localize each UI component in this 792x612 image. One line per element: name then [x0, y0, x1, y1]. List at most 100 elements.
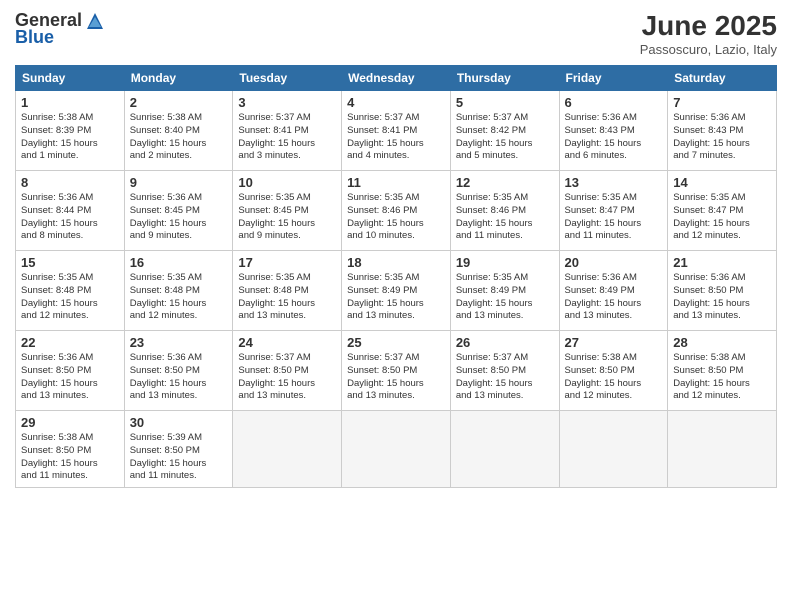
- table-cell: 13 Sunrise: 5:35 AM Sunset: 8:47 PM Dayli…: [559, 171, 668, 251]
- calendar-table: Sunday Monday Tuesday Wednesday Thursday…: [15, 65, 777, 488]
- calendar-title: June 2025: [640, 10, 777, 42]
- day-number: 26: [456, 335, 554, 350]
- table-cell: 25Sunrise: 5:37 AM Sunset: 8:50 PM Dayli…: [342, 331, 451, 411]
- day-info: Sunrise: 5:38 AM Sunset: 8:39 PM Dayligh…: [21, 112, 119, 163]
- day-number: 7: [673, 95, 771, 110]
- day-info: Sunrise: 5:38 AM Sunset: 8:50 PM Dayligh…: [673, 352, 771, 403]
- day-info: Sunrise: 5:36 AM Sunset: 8:45 PM Dayligh…: [130, 192, 228, 243]
- day-number: 5: [456, 95, 554, 110]
- day-number: 23: [130, 335, 228, 350]
- day-info: Sunrise: 5:35 AM Sunset: 8:48 PM Dayligh…: [21, 272, 119, 323]
- day-info: Sunrise: 5:36 AM Sunset: 8:49 PM Dayligh…: [565, 272, 663, 323]
- day-info: Sunrise: 5:36 AM Sunset: 8:50 PM Dayligh…: [21, 352, 119, 403]
- logo-blue: Blue: [15, 27, 54, 48]
- day-number: 1: [21, 95, 119, 110]
- table-cell: 24 Sunrise: 5:37 AM Sunset: 8:50 PM Dayli…: [233, 331, 342, 411]
- day-number: 19: [456, 255, 554, 270]
- table-cell: [342, 411, 451, 488]
- day-number: 8: [21, 175, 119, 190]
- day-info: Sunrise: 5:35 AM Sunset: 8:46 PM Dayligh…: [347, 192, 445, 243]
- table-cell: 11 Sunrise: 5:35 AM Sunset: 8:46 PM Dayli…: [342, 171, 451, 251]
- day-number: 10: [238, 175, 336, 190]
- day-number: 28: [673, 335, 771, 350]
- day-number: 4: [347, 95, 445, 110]
- table-cell: 27 Sunrise: 5:38 AM Sunset: 8:50 PM Dayli…: [559, 331, 668, 411]
- day-number: 2: [130, 95, 228, 110]
- day-info: Sunrise: 5:38 AM Sunset: 8:40 PM Dayligh…: [130, 112, 228, 163]
- day-info: Sunrise: 5:35 AM Sunset: 8:49 PM Dayligh…: [456, 272, 554, 323]
- day-number: 24: [238, 335, 336, 350]
- logo-icon: [85, 11, 105, 31]
- day-info: Sunrise: 5:37 AM Sunset: 8:50 PM Dayligh…: [456, 352, 554, 403]
- table-cell: 30 Sunrise: 5:39 AM Sunset: 8:50 PM Dayli…: [124, 411, 233, 488]
- table-cell: 10 Sunrise: 5:35 AM Sunset: 8:45 PM Dayli…: [233, 171, 342, 251]
- table-cell: 8Sunrise: 5:36 AM Sunset: 8:44 PM Daylig…: [16, 171, 125, 251]
- header: General Blue June 2025 Passoscuro, Lazio…: [15, 10, 777, 57]
- day-number: 22: [21, 335, 119, 350]
- col-sunday: Sunday: [16, 66, 125, 91]
- day-info: Sunrise: 5:39 AM Sunset: 8:50 PM Dayligh…: [130, 432, 228, 483]
- table-cell: [450, 411, 559, 488]
- col-saturday: Saturday: [668, 66, 777, 91]
- table-cell: 1 Sunrise: 5:38 AM Sunset: 8:39 PM Daylig…: [16, 91, 125, 171]
- day-info: Sunrise: 5:38 AM Sunset: 8:50 PM Dayligh…: [21, 432, 119, 483]
- col-tuesday: Tuesday: [233, 66, 342, 91]
- day-info: Sunrise: 5:36 AM Sunset: 8:43 PM Dayligh…: [673, 112, 771, 163]
- day-info: Sunrise: 5:35 AM Sunset: 8:47 PM Dayligh…: [565, 192, 663, 243]
- logo: General Blue: [15, 10, 105, 48]
- day-number: 29: [21, 415, 119, 430]
- day-info: Sunrise: 5:37 AM Sunset: 8:50 PM Dayligh…: [238, 352, 336, 403]
- table-cell: 15 Sunrise: 5:35 AM Sunset: 8:48 PM Dayli…: [16, 251, 125, 331]
- day-info: Sunrise: 5:37 AM Sunset: 8:50 PM Dayligh…: [347, 352, 445, 403]
- calendar-subtitle: Passoscuro, Lazio, Italy: [640, 42, 777, 57]
- day-number: 17: [238, 255, 336, 270]
- day-info: Sunrise: 5:37 AM Sunset: 8:41 PM Dayligh…: [238, 112, 336, 163]
- day-number: 15: [21, 255, 119, 270]
- table-cell: 19 Sunrise: 5:35 AM Sunset: 8:49 PM Dayli…: [450, 251, 559, 331]
- day-number: 12: [456, 175, 554, 190]
- table-cell: 16 Sunrise: 5:35 AM Sunset: 8:48 PM Dayli…: [124, 251, 233, 331]
- day-number: 16: [130, 255, 228, 270]
- table-cell: 7 Sunrise: 5:36 AM Sunset: 8:43 PM Daylig…: [668, 91, 777, 171]
- day-info: Sunrise: 5:36 AM Sunset: 8:50 PM Dayligh…: [130, 352, 228, 403]
- table-cell: 22 Sunrise: 5:36 AM Sunset: 8:50 PM Dayli…: [16, 331, 125, 411]
- day-number: 3: [238, 95, 336, 110]
- day-info: Sunrise: 5:36 AM Sunset: 8:43 PM Dayligh…: [565, 112, 663, 163]
- table-cell: [559, 411, 668, 488]
- table-cell: 23 Sunrise: 5:36 AM Sunset: 8:50 PM Dayli…: [124, 331, 233, 411]
- day-number: 13: [565, 175, 663, 190]
- day-info: Sunrise: 5:35 AM Sunset: 8:49 PM Dayligh…: [347, 272, 445, 323]
- table-cell: 3 Sunrise: 5:37 AM Sunset: 8:41 PM Daylig…: [233, 91, 342, 171]
- day-number: 14: [673, 175, 771, 190]
- table-cell: 26 Sunrise: 5:37 AM Sunset: 8:50 PM Dayli…: [450, 331, 559, 411]
- col-wednesday: Wednesday: [342, 66, 451, 91]
- day-number: 30: [130, 415, 228, 430]
- day-info: Sunrise: 5:38 AM Sunset: 8:50 PM Dayligh…: [565, 352, 663, 403]
- day-number: 20: [565, 255, 663, 270]
- table-cell: 14Sunrise: 5:35 AM Sunset: 8:47 PM Dayli…: [668, 171, 777, 251]
- day-number: 18: [347, 255, 445, 270]
- table-cell: 6 Sunrise: 5:36 AM Sunset: 8:43 PM Daylig…: [559, 91, 668, 171]
- header-row: Sunday Monday Tuesday Wednesday Thursday…: [16, 66, 777, 91]
- day-number: 27: [565, 335, 663, 350]
- day-info: Sunrise: 5:35 AM Sunset: 8:46 PM Dayligh…: [456, 192, 554, 243]
- table-cell: 2 Sunrise: 5:38 AM Sunset: 8:40 PM Daylig…: [124, 91, 233, 171]
- col-monday: Monday: [124, 66, 233, 91]
- day-number: 6: [565, 95, 663, 110]
- day-number: 9: [130, 175, 228, 190]
- day-info: Sunrise: 5:35 AM Sunset: 8:45 PM Dayligh…: [238, 192, 336, 243]
- day-info: Sunrise: 5:35 AM Sunset: 8:48 PM Dayligh…: [130, 272, 228, 323]
- title-block: June 2025 Passoscuro, Lazio, Italy: [640, 10, 777, 57]
- day-info: Sunrise: 5:36 AM Sunset: 8:50 PM Dayligh…: [673, 272, 771, 323]
- page: General Blue June 2025 Passoscuro, Lazio…: [0, 0, 792, 612]
- table-cell: 5Sunrise: 5:37 AM Sunset: 8:42 PM Daylig…: [450, 91, 559, 171]
- table-cell: 17 Sunrise: 5:35 AM Sunset: 8:48 PM Dayli…: [233, 251, 342, 331]
- day-info: Sunrise: 5:35 AM Sunset: 8:48 PM Dayligh…: [238, 272, 336, 323]
- table-cell: 18 Sunrise: 5:35 AM Sunset: 8:49 PM Dayli…: [342, 251, 451, 331]
- table-cell: 4 Sunrise: 5:37 AM Sunset: 8:41 PM Daylig…: [342, 91, 451, 171]
- day-info: Sunrise: 5:37 AM Sunset: 8:41 PM Dayligh…: [347, 112, 445, 163]
- col-thursday: Thursday: [450, 66, 559, 91]
- table-cell: 21Sunrise: 5:36 AM Sunset: 8:50 PM Dayli…: [668, 251, 777, 331]
- table-cell: 28 Sunrise: 5:38 AM Sunset: 8:50 PM Dayli…: [668, 331, 777, 411]
- day-number: 11: [347, 175, 445, 190]
